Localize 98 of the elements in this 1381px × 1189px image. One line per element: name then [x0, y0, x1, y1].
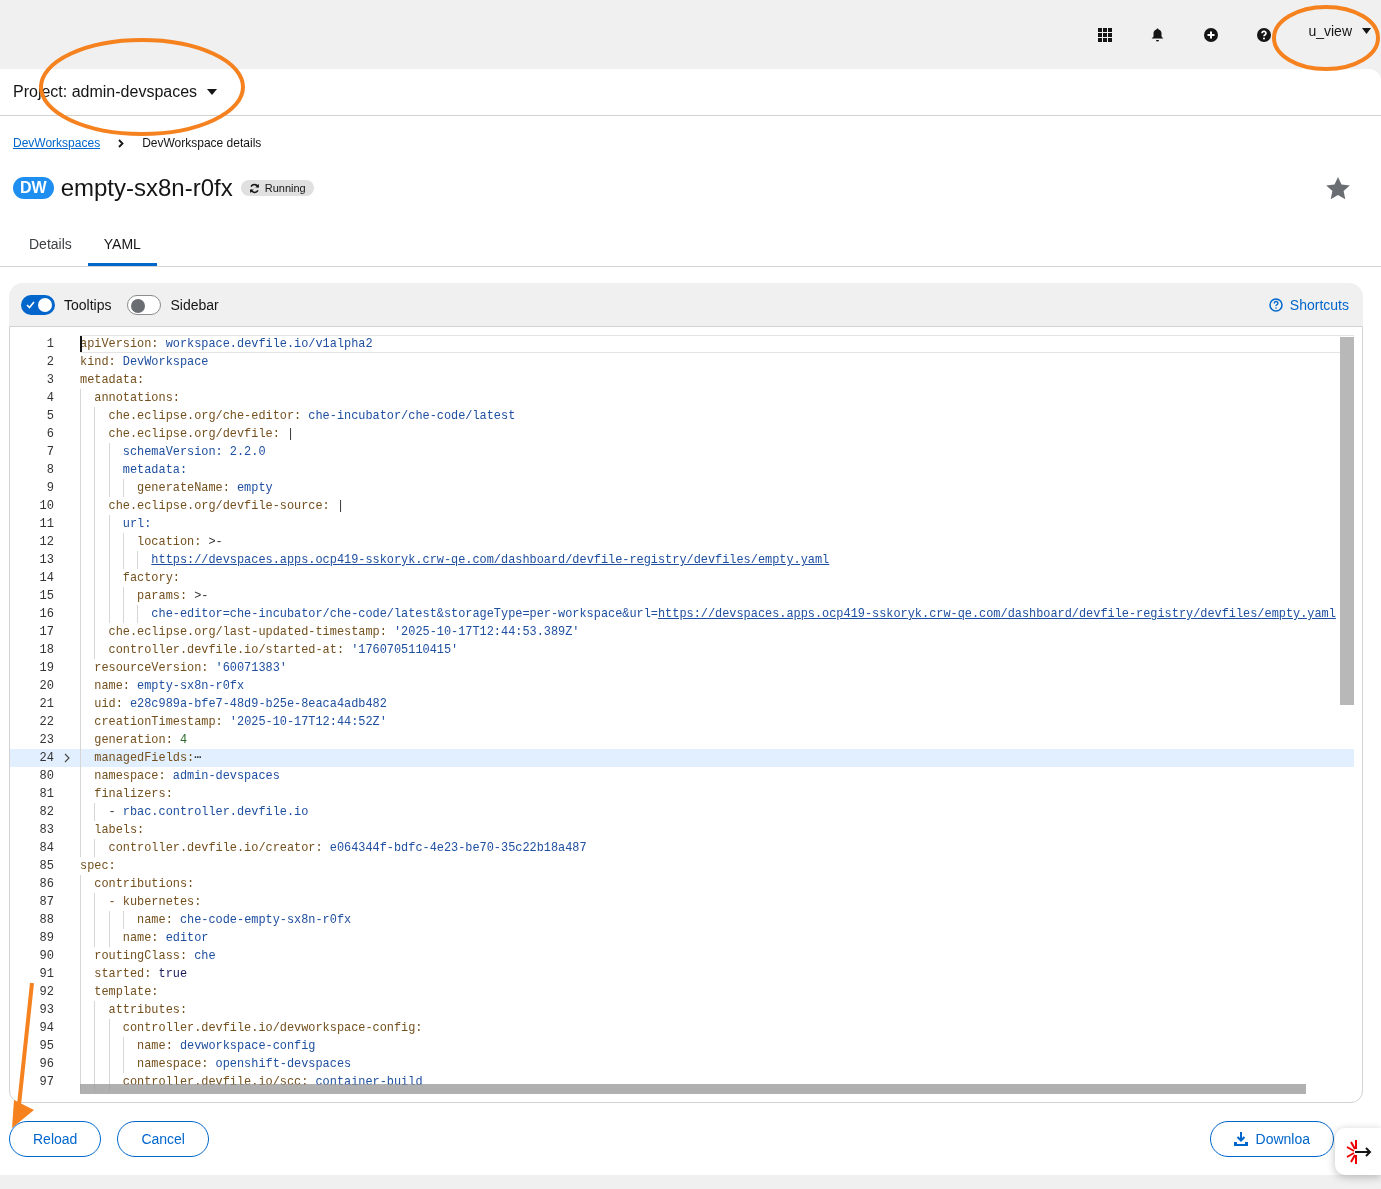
- line-number: 90: [38, 949, 54, 963]
- line-number: 81: [38, 787, 54, 801]
- code-line: generation: 4: [80, 731, 1354, 749]
- action-button[interactable]: Cancel: [117, 1121, 209, 1157]
- code-line: template:: [80, 983, 1354, 1001]
- tab[interactable]: Details: [13, 225, 88, 266]
- code-line: contributions:: [80, 875, 1354, 893]
- line-number: 9: [45, 481, 54, 495]
- chevron-right-icon: [118, 138, 125, 148]
- code-line: controller.devfile.io/devworkspace-config:: [80, 1019, 1354, 1037]
- code-line: name: devworkspace-config: [80, 1037, 1354, 1055]
- caret-icon: [1362, 27, 1371, 34]
- code-line: name: editor: [80, 929, 1354, 947]
- app-grid-icon: [1097, 27, 1112, 42]
- code-line: started: true: [80, 965, 1354, 983]
- line-number: 12: [38, 535, 54, 549]
- line-number: 3: [45, 373, 54, 387]
- line-number: 19: [38, 661, 54, 675]
- code-line: namespace: openshift-devspaces: [80, 1055, 1354, 1073]
- line-number: 11: [38, 517, 54, 531]
- resource-badge: DW: [13, 177, 54, 199]
- line-number: 6: [45, 427, 54, 441]
- code-line: spec:: [80, 858, 117, 875]
- line-number: 2: [45, 355, 54, 369]
- code-line: creationTimestamp: '2025-10-17T12:44:52Z': [80, 713, 1354, 731]
- line-number: 23: [38, 733, 54, 747]
- check-icon: [26, 300, 35, 309]
- code-link[interactable]: https://devspaces.apps.ocp419-sskoryk.crw-qe.com/dashboard/devfile-registry/devfiles/empty.yaml: [658, 607, 1336, 621]
- line-number: 1: [45, 337, 54, 351]
- line-number: 80: [38, 769, 54, 783]
- sync-icon: [248, 182, 260, 194]
- line-number: 85: [38, 859, 54, 873]
- download-button[interactable]: Downloa: [1209, 1121, 1334, 1157]
- line-number: 82: [38, 805, 54, 819]
- code-line: routingClass: che: [80, 947, 1354, 965]
- line-number: 4: [45, 391, 54, 405]
- user-menu[interactable]: u_view: [1290, 10, 1375, 51]
- line-number: 24: [38, 751, 54, 765]
- line-number: 7: [45, 445, 54, 459]
- toggle-switch[interactable]: [127, 294, 162, 315]
- breadcrumb-link[interactable]: DevWorkspaces: [13, 136, 101, 150]
- download-icon: [1233, 1132, 1248, 1146]
- floating-widget[interactable]: [1335, 1128, 1381, 1175]
- line-number: 17: [38, 625, 54, 639]
- status-label: Running: [240, 180, 314, 196]
- line-number: 5: [45, 409, 54, 423]
- code-link[interactable]: https://devspaces.apps.ocp419-sskoryk.crw-qe.com/dashboard/devfile-registry/devfiles/empty.yaml: [151, 553, 830, 567]
- line-number: 14: [38, 571, 54, 585]
- page-title: empty-sx8n-r0fx: [60, 174, 233, 202]
- line-number: 89: [38, 931, 54, 945]
- line-number: 83: [38, 823, 54, 837]
- tab[interactable]: YAML: [87, 225, 157, 266]
- line-number: 22: [38, 715, 54, 729]
- line-number: 10: [38, 499, 54, 513]
- help-icon: [1256, 27, 1271, 42]
- line-number: 88: [38, 913, 54, 927]
- bell-icon: [1151, 27, 1165, 42]
- line-number: 93: [38, 1003, 54, 1017]
- line-number: 13: [38, 553, 54, 567]
- horizontal-scrollbar[interactable]: [80, 1084, 1306, 1094]
- vertical-scrollbar[interactable]: [1340, 337, 1354, 705]
- code-line: name: che-code-empty-sx8n-r0fx: [80, 911, 1354, 929]
- code-line: - rbac.controller.devfile.io: [80, 803, 1354, 821]
- toggle-switch[interactable]: [21, 294, 55, 315]
- line-number: 21: [38, 697, 54, 711]
- line-number: 8: [45, 463, 54, 477]
- code-line: metadata:: [80, 372, 146, 389]
- line-number: 94: [38, 1021, 54, 1035]
- code-line: namespace: admin-devspaces: [80, 767, 1354, 785]
- code-line: - kubernetes:: [80, 893, 1354, 911]
- code-line: managedFields:⋯: [80, 749, 1354, 767]
- toggle-label: Sidebar: [170, 296, 219, 313]
- line-number: 15: [38, 589, 54, 603]
- line-number: 92: [38, 985, 54, 999]
- code-line: kind: DevWorkspace: [80, 354, 210, 371]
- code-line: finalizers:: [80, 785, 1354, 803]
- line-number: 18: [38, 643, 54, 657]
- code-line: controller.devfile.io/creator: e064344f-bdfc-4e23-be70-35c22b18a487: [80, 839, 1354, 857]
- toggle-label: Tooltips: [64, 296, 112, 313]
- line-number: 96: [38, 1057, 54, 1071]
- line-number: 20: [38, 679, 54, 693]
- line-number: 95: [38, 1039, 54, 1053]
- action-button[interactable]: Reload: [9, 1121, 102, 1157]
- line-number: 16: [38, 607, 54, 621]
- caret-icon: [207, 89, 218, 95]
- shortcuts-link[interactable]: Shortcuts: [1268, 296, 1349, 313]
- code-line: attributes:: [80, 1001, 1354, 1019]
- help-icon: [1268, 297, 1283, 312]
- line-number: 87: [38, 895, 54, 909]
- breadcrumb-current: DevWorkspace details: [142, 136, 262, 150]
- code-line: labels:: [80, 821, 1354, 839]
- plus-circle-icon: [1203, 27, 1218, 42]
- line-number: 97: [38, 1075, 54, 1089]
- line-number: 84: [38, 841, 54, 855]
- chevron-right-icon[interactable]: [64, 753, 70, 763]
- line-number: 86: [38, 877, 54, 891]
- favorite-button[interactable]: [1325, 175, 1351, 201]
- line-number: 91: [38, 967, 54, 981]
